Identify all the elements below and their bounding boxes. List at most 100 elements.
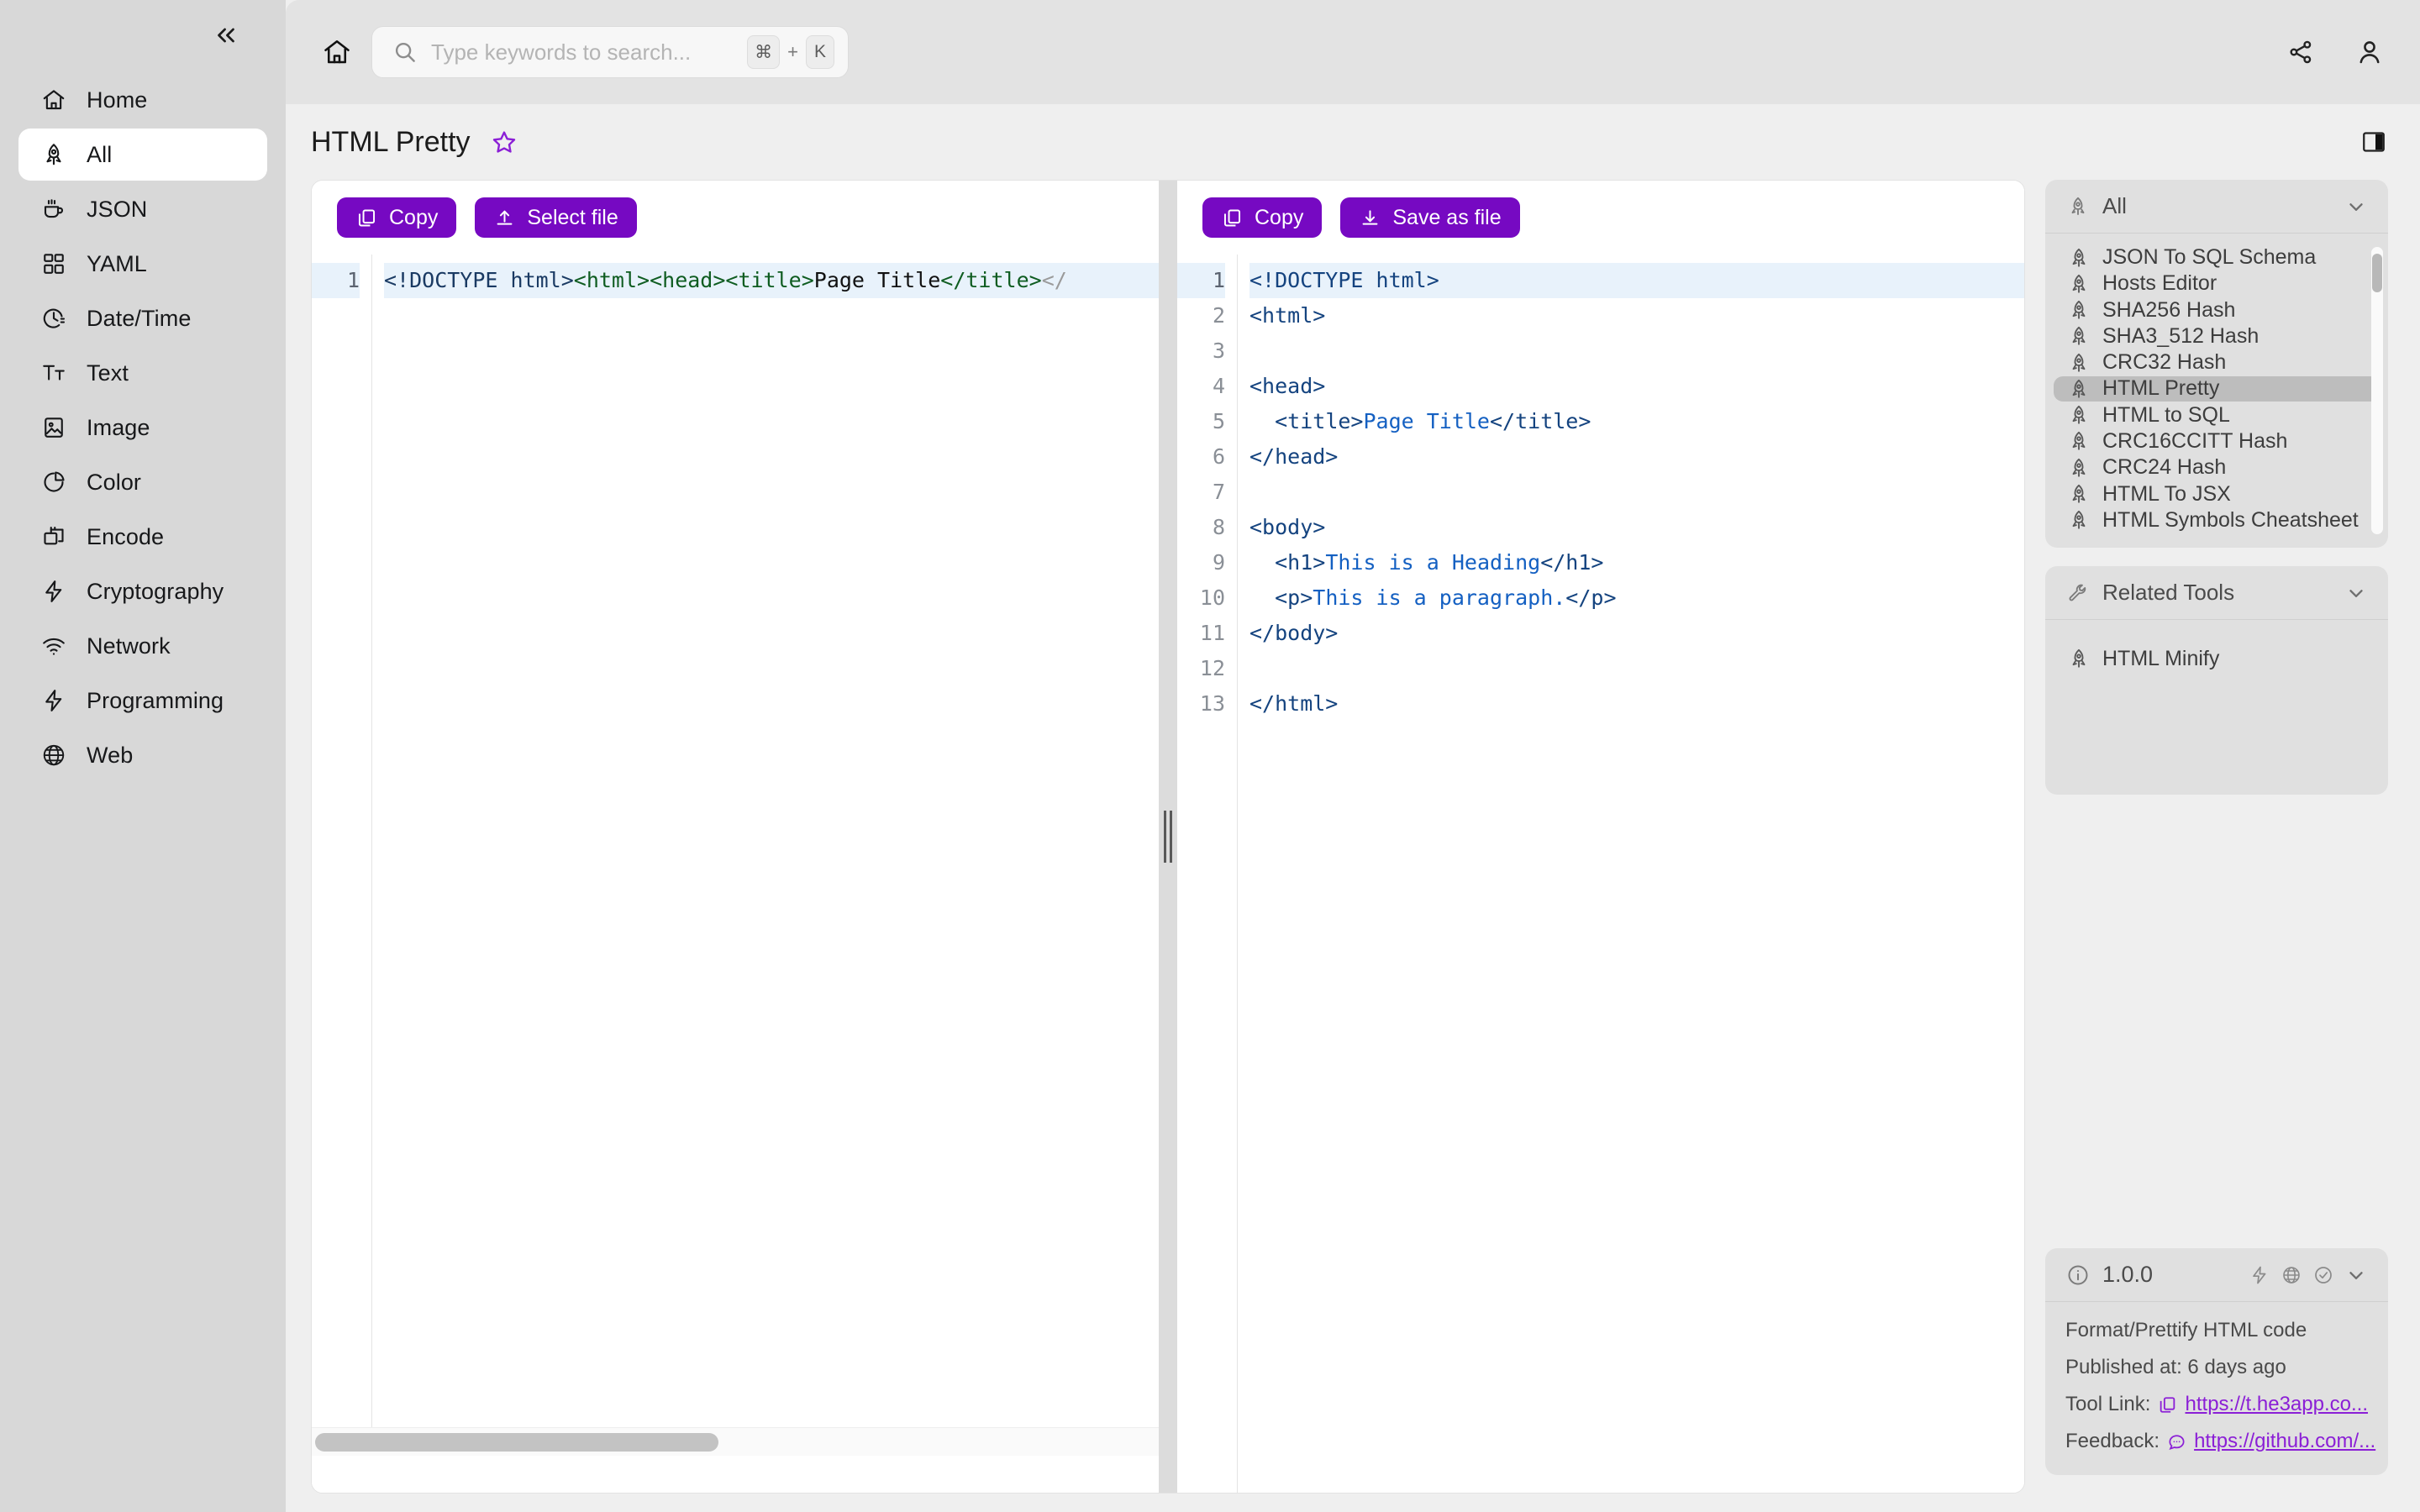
sidebar-item-web[interactable]: Web	[18, 729, 267, 781]
output-code-text[interactable]: <!DOCTYPE html> <html> <head> <title>Page…	[1238, 255, 2024, 1493]
chat-icon[interactable]	[2167, 1431, 2186, 1452]
input-editor-pane: Copy Select file 1 <!DOCTYPE html><html>…	[312, 181, 1159, 1493]
related-panel-header[interactable]: Related Tools	[2045, 566, 2388, 620]
line-number: 13	[1199, 691, 1225, 716]
page-title: HTML Pretty	[311, 125, 471, 158]
tool-list-item[interactable]: JSON To SQL Schema	[2054, 245, 2380, 270]
upload-icon	[493, 207, 516, 229]
kbd-plus: +	[787, 41, 798, 62]
tool-list-item-label: HTML Symbols Cheatsheet	[2102, 507, 2359, 532]
rocket-icon	[2067, 508, 2091, 532]
rocket-icon	[2067, 351, 2091, 375]
code-token: Page Title	[813, 268, 941, 292]
favorite-star-button[interactable]	[487, 125, 521, 159]
sidebar-item-color[interactable]: Color	[18, 456, 267, 508]
share-button[interactable]	[2282, 34, 2319, 71]
tool-list-item-label: CRC16CCITT Hash	[2102, 428, 2288, 453]
output-code-area[interactable]: 1 2 3 4 5 6 7 8 9 10 11 12 13 <!DOCTYPE html> <html> …	[1177, 255, 2024, 1493]
sidebar-item-cryptography[interactable]: Cryptography	[18, 565, 267, 617]
account-button[interactable]	[2351, 34, 2388, 71]
code-line: </head>	[1249, 444, 1339, 469]
topbar-actions	[2282, 34, 2388, 71]
chevron-down-icon[interactable]	[2344, 1263, 2368, 1287]
panel-toggle-button[interactable]	[2360, 128, 2388, 156]
tool-list-item[interactable]: HTML to SQL	[2054, 403, 2380, 428]
sidebar-item-text[interactable]: Text	[18, 347, 267, 399]
search-input[interactable]	[419, 39, 748, 66]
sidebar-item-label: Encode	[87, 523, 165, 549]
code-line: <!DOCTYPE html>	[1249, 263, 2024, 298]
input-horizontal-scrollbar[interactable]	[312, 1427, 1159, 1456]
search-box[interactable]: ⌘ + K	[371, 26, 849, 78]
sidebar-item-date-time[interactable]: Date/Time	[18, 292, 267, 344]
right-sidebar: All JSON To SQL Schema Hosts Editor SHA256…	[2025, 180, 2388, 1494]
share-icon	[2290, 40, 2312, 64]
input-code-text[interactable]: <!DOCTYPE html><html><head><title>Page T…	[372, 255, 1159, 1427]
wifi-icon	[39, 631, 69, 661]
sidebar-item-programming[interactable]: Programming	[18, 675, 267, 727]
save-as-file-label: Save as file	[1392, 205, 1502, 229]
all-tools-scrollbar-thumb[interactable]	[2372, 254, 2382, 292]
tool-list-item[interactable]: SHA256 Hash	[2054, 298, 2380, 323]
sidebar-item-encode[interactable]: Encode	[18, 511, 267, 563]
select-file-button[interactable]: Select file	[475, 197, 637, 238]
all-tools-scrollbar[interactable]	[2371, 247, 2383, 534]
tool-list-item[interactable]: HTML Pretty	[2054, 376, 2380, 402]
title-bar: HTML Pretty	[286, 104, 2420, 180]
sidebar-item-label: JSON	[87, 196, 148, 222]
sidebar-item-label: Text	[87, 360, 129, 386]
wrench-icon	[2065, 580, 2091, 606]
code-line: </body>	[1249, 621, 1339, 645]
input-code-area[interactable]: 1 <!DOCTYPE html><html><head><title>Page…	[312, 255, 1159, 1427]
related-tools-panel: Related Tools HTML Minify	[2045, 566, 2388, 795]
line-number: 6	[1212, 444, 1225, 469]
all-panel-header[interactable]: All	[2045, 180, 2388, 234]
feedback-url[interactable]: https://github.com/...	[2194, 1430, 2375, 1453]
chevron-down-icon[interactable]	[2344, 195, 2368, 218]
sidebar-item-label: All	[87, 141, 113, 167]
line-number: 1	[312, 263, 360, 298]
tool-link-label: Tool Link:	[2065, 1393, 2151, 1415]
save-as-file-button[interactable]: Save as file	[1340, 197, 1520, 238]
tool-description-text: Format/Prettify HTML code	[2065, 1319, 2307, 1341]
code-line: </html>	[1249, 691, 1339, 716]
tool-list-item[interactable]: CRC16CCITT Hash	[2054, 429, 2380, 454]
rocket-icon	[39, 139, 69, 170]
home-button[interactable]	[311, 26, 363, 78]
sidebar-item-all[interactable]: All	[18, 129, 267, 181]
output-copy-button[interactable]: Copy	[1202, 197, 1323, 238]
tool-link-url[interactable]: https://t.he3app.co...	[2186, 1393, 2368, 1416]
tool-list-item[interactable]: HTML To JSX	[2054, 481, 2380, 506]
editor-splitter-handle[interactable]	[1159, 181, 1177, 1493]
sidebar-item-image[interactable]: Image	[18, 402, 267, 454]
sidebar-item-label: Programming	[87, 687, 224, 713]
tool-link-row: Tool Link: https://t.he3app.co...	[2065, 1393, 2368, 1416]
copy-icon[interactable]	[2158, 1394, 2177, 1415]
input-scrollbar-thumb[interactable]	[315, 1432, 718, 1452]
chevron-double-left-icon	[218, 28, 234, 43]
tool-list-item[interactable]: HTML Minify	[2054, 632, 2380, 685]
clock-icon	[39, 303, 69, 333]
sidebar-item-json[interactable]: JSON	[18, 183, 267, 235]
tool-list-item[interactable]: HTML Symbols Cheatsheet	[2054, 508, 2380, 533]
line-number: 10	[1199, 585, 1225, 610]
input-copy-button[interactable]: Copy	[337, 197, 457, 238]
sidebar-item-label: Web	[87, 742, 134, 768]
tool-list-item[interactable]: CRC24 Hash	[2054, 455, 2380, 480]
tool-list-item[interactable]: Hosts Editor	[2054, 271, 2380, 296]
image-icon	[39, 412, 69, 443]
sidebar-item-network[interactable]: Network	[18, 620, 267, 672]
tool-list-item[interactable]: SHA3_512 Hash	[2054, 324, 2380, 349]
rocket-icon	[2065, 194, 2091, 219]
code-line: <h1>This is a Heading</h1>	[1275, 550, 1604, 575]
tool-list-item[interactable]: CRC32 Hash	[2054, 350, 2380, 375]
sidebar-item-yaml[interactable]: YAML	[18, 238, 267, 290]
select-file-label: Select file	[527, 205, 618, 229]
panel-right-icon	[2363, 132, 2385, 152]
sidebar-item-home[interactable]: Home	[18, 74, 267, 126]
info-panel-header[interactable]: 1.0.0	[2045, 1248, 2388, 1302]
sidebar-collapse-button[interactable]	[207, 18, 245, 52]
pie-chart-icon	[39, 467, 69, 497]
chevron-down-icon[interactable]	[2344, 581, 2368, 605]
